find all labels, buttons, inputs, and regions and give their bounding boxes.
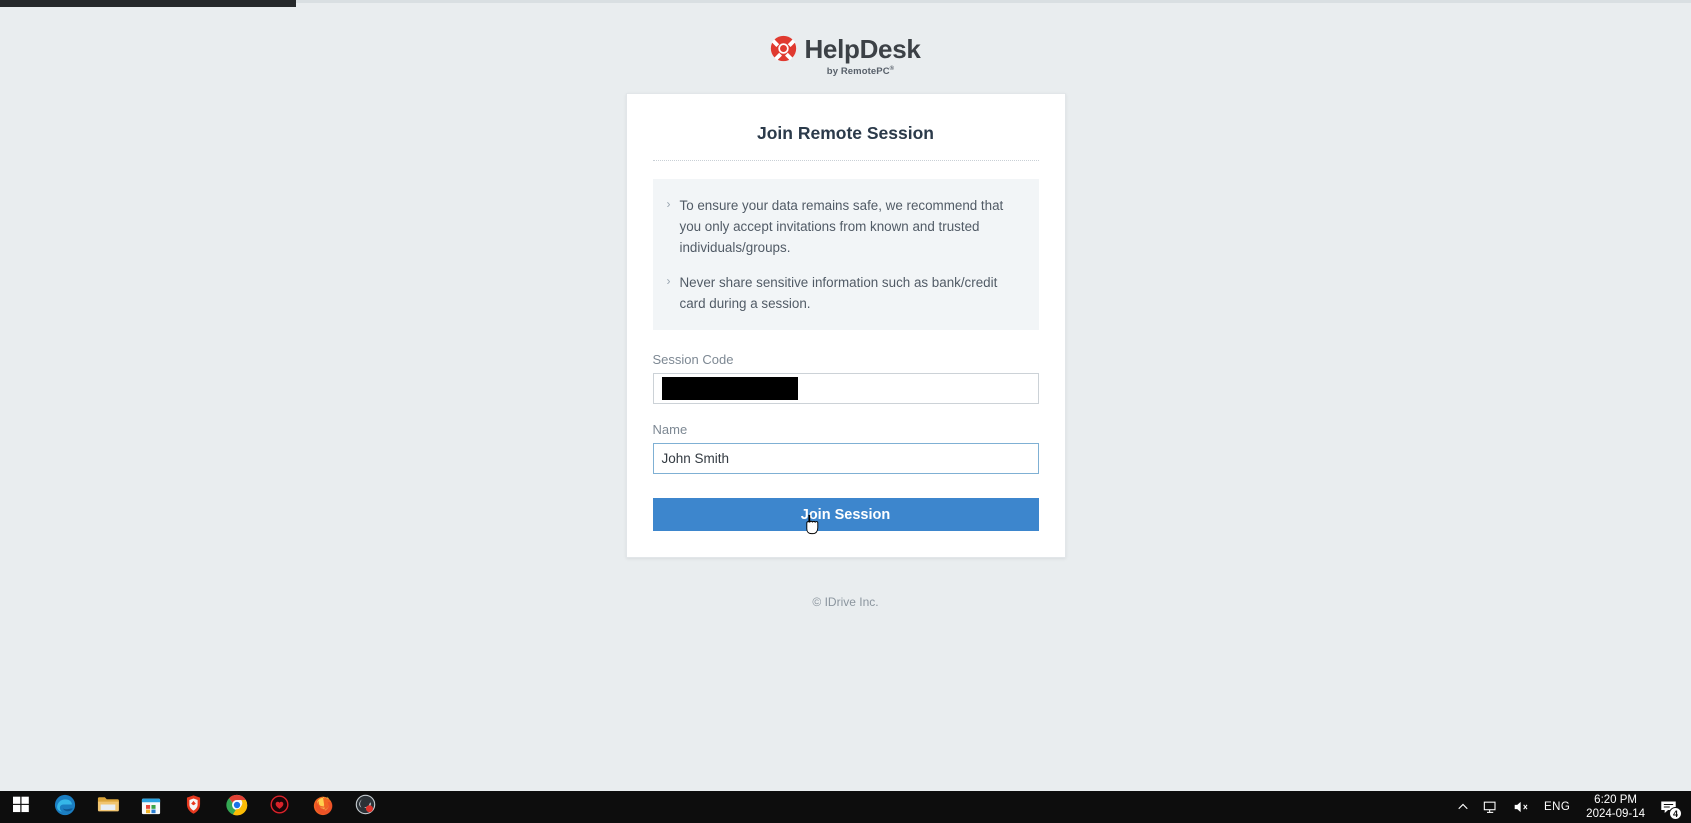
notification-count-badge: 4 bbox=[1669, 807, 1682, 820]
brand-tagline-sup: ® bbox=[889, 66, 895, 72]
browser-window-edge bbox=[0, 0, 296, 7]
system-tray: ENG 6:20 PM 2024-09-14 4 bbox=[1450, 791, 1691, 823]
footer-copyright: © IDrive Inc. bbox=[812, 595, 879, 609]
taskbar-firefox[interactable] bbox=[301, 791, 344, 823]
chevron-right-icon: › bbox=[666, 274, 671, 288]
firefox-icon bbox=[312, 794, 334, 821]
tray-volume-button[interactable] bbox=[1506, 791, 1537, 823]
notice-text: To ensure your data remains safe, we rec… bbox=[679, 198, 1004, 255]
taskbar-file-explorer[interactable] bbox=[86, 791, 129, 823]
chevron-right-icon: › bbox=[666, 197, 671, 211]
join-session-button[interactable]: Join Session bbox=[652, 498, 1039, 531]
taskbar-obs[interactable] bbox=[344, 791, 387, 823]
store-icon bbox=[141, 795, 161, 820]
name-field-group: Name John Smith bbox=[652, 422, 1039, 474]
taskbar-microsoft-store[interactable] bbox=[129, 791, 172, 823]
speaker-muted-icon bbox=[1514, 801, 1528, 813]
join-session-card: Join Remote Session › To ensure your dat… bbox=[625, 93, 1066, 558]
session-code-label: Session Code bbox=[652, 352, 734, 367]
taskbar: ENG 6:20 PM 2024-09-14 4 bbox=[0, 791, 1691, 823]
title-divider bbox=[652, 160, 1039, 161]
tray-date: 2024-09-14 bbox=[1586, 808, 1645, 820]
windows-logo-icon bbox=[13, 796, 30, 818]
brand-row: HelpDesk bbox=[770, 33, 921, 64]
folder-icon bbox=[97, 795, 119, 819]
notice-item: › To ensure your data remains safe, we r… bbox=[667, 195, 1021, 258]
obs-icon bbox=[355, 794, 376, 820]
chevron-up-icon bbox=[1458, 803, 1468, 810]
session-code-field-group: Session Code bbox=[652, 352, 1039, 404]
tray-time: 6:20 PM bbox=[1594, 794, 1637, 806]
taskbar-items bbox=[0, 791, 387, 823]
name-input[interactable]: John Smith bbox=[652, 443, 1039, 474]
submit-row: Join Session bbox=[652, 498, 1039, 535]
brand-logo: HelpDesk by RemotePC® bbox=[0, 35, 1691, 77]
page-title: Join Remote Session bbox=[757, 123, 934, 143]
redaction-overlay bbox=[661, 377, 798, 400]
taskbar-chrome[interactable] bbox=[215, 791, 258, 823]
start-button[interactable] bbox=[0, 791, 43, 823]
brand-tagline: by RemotePC® bbox=[827, 66, 894, 77]
screen: HelpDesk by RemotePC® Join Remote Sessio… bbox=[0, 0, 1691, 823]
notice-text: Never share sensitive information such a… bbox=[679, 275, 998, 311]
edge-icon bbox=[54, 794, 76, 821]
chrome-icon bbox=[225, 794, 248, 821]
taskbar-brave[interactable] bbox=[172, 791, 215, 823]
tray-language-indicator[interactable]: ENG bbox=[1537, 791, 1577, 823]
life-ring-icon bbox=[770, 35, 797, 62]
red-shield-icon bbox=[269, 794, 290, 820]
web-page-content: HelpDesk by RemotePC® Join Remote Sessio… bbox=[0, 7, 1691, 791]
taskbar-app-red[interactable] bbox=[258, 791, 301, 823]
tray-network-button[interactable] bbox=[1476, 791, 1506, 823]
tray-overflow-button[interactable] bbox=[1450, 791, 1476, 823]
browser-window-edge-right bbox=[296, 0, 1691, 3]
name-label: Name bbox=[652, 422, 688, 437]
taskbar-edge[interactable] bbox=[43, 791, 86, 823]
tray-notifications-button[interactable]: 4 bbox=[1654, 791, 1687, 823]
network-monitor-icon bbox=[1483, 801, 1496, 813]
session-code-input[interactable] bbox=[652, 373, 1039, 404]
brand-name: HelpDesk bbox=[804, 33, 921, 64]
brand-tagline-text: by RemotePC bbox=[826, 66, 890, 78]
security-notice: › To ensure your data remains safe, we r… bbox=[652, 179, 1039, 330]
brave-icon bbox=[183, 794, 204, 820]
notice-item: › Never share sensitive information such… bbox=[667, 272, 1021, 314]
tray-clock[interactable]: 6:20 PM 2024-09-14 bbox=[1577, 791, 1654, 823]
